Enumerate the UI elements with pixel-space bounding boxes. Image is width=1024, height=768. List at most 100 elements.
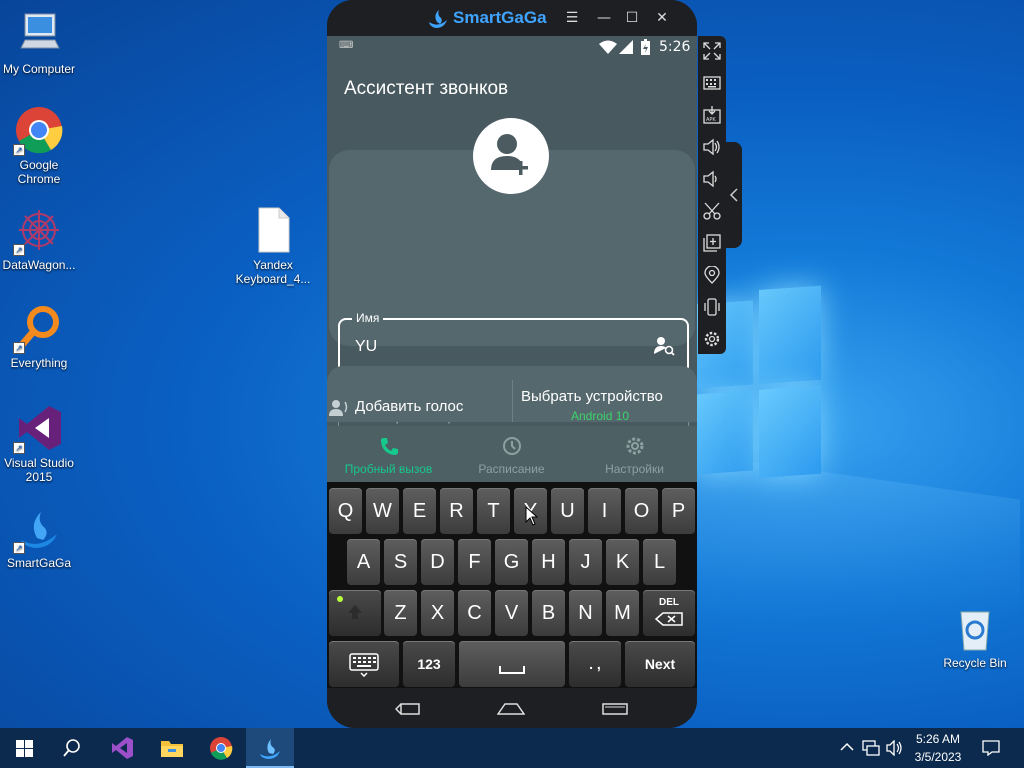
key-d[interactable]: D <box>421 539 454 585</box>
key-z[interactable]: Z <box>384 590 417 636</box>
keyboard-icon <box>349 653 379 677</box>
key-x[interactable]: X <box>421 590 454 636</box>
key-h[interactable]: H <box>532 539 565 585</box>
search-button[interactable] <box>48 728 96 768</box>
visual-studio-icon <box>112 737 133 759</box>
key-b[interactable]: B <box>532 590 565 636</box>
name-field-value: YU <box>355 338 378 355</box>
key-v[interactable]: V <box>495 590 528 636</box>
mouse-cursor-icon <box>525 506 539 526</box>
volume-up-icon[interactable] <box>703 138 721 156</box>
desktop-icon-yandex-keyboard[interactable]: Yandex Keyboard_4... <box>234 206 312 286</box>
clock-time: 5:26 AM <box>915 732 961 746</box>
key-k[interactable]: K <box>606 539 639 585</box>
bottom-navigation: Пробный вызов Расписание Настройки <box>327 426 697 482</box>
numbers-key[interactable]: 123 <box>403 641 455 687</box>
close-icon[interactable]: ✕ <box>653 9 671 27</box>
tab-test-call[interactable]: Пробный вызов <box>327 426 450 482</box>
key-l[interactable]: L <box>643 539 676 585</box>
apk-install-icon[interactable]: APK <box>703 106 721 124</box>
taskbar-file-explorer[interactable] <box>148 728 196 768</box>
divider <box>512 380 513 422</box>
key-p[interactable]: P <box>662 488 695 534</box>
desktop-icon-recycle-bin[interactable]: Recycle Bin <box>936 604 1014 670</box>
shake-icon[interactable] <box>703 298 721 316</box>
key-n[interactable]: N <box>569 590 602 636</box>
desktop-icon-label: Google Chrome <box>17 158 61 186</box>
volume-down-icon[interactable] <box>703 170 721 188</box>
desktop-icon-my-computer[interactable]: My Computer <box>1 10 77 76</box>
start-button[interactable] <box>0 728 48 768</box>
tab-schedule[interactable]: Расписание <box>450 426 573 482</box>
minimize-icon[interactable]: — <box>595 9 613 27</box>
notification-icon[interactable] <box>982 740 1000 756</box>
key-u[interactable]: U <box>551 488 584 534</box>
key-s[interactable]: S <box>384 539 417 585</box>
volume-icon[interactable] <box>886 740 904 756</box>
computer-icon <box>15 10 63 58</box>
taskbar-visual-studio[interactable] <box>98 728 146 768</box>
fullscreen-icon[interactable] <box>703 42 721 60</box>
key-q[interactable]: Q <box>329 488 362 534</box>
maximize-icon[interactable]: ☐ <box>623 9 641 27</box>
chevron-up-icon[interactable] <box>840 742 854 752</box>
key-j[interactable]: J <box>569 539 602 585</box>
key-f[interactable]: F <box>458 539 491 585</box>
desktop-icon-google-chrome[interactable]: ↗ Google Chrome <box>1 106 77 186</box>
desktop-icon-everything[interactable]: ↗ Everything <box>1 304 77 370</box>
taskbar-smartgaga[interactable] <box>246 728 294 768</box>
keyboard-status-icon: ⌨ <box>339 40 354 51</box>
clock-date: 3/5/2023 <box>914 750 962 764</box>
desktop-icon-datawagon[interactable]: ↗ DataWagon... <box>1 206 77 272</box>
key-r[interactable]: R <box>440 488 473 534</box>
tab-settings[interactable]: Настройки <box>573 426 696 482</box>
add-person-icon <box>491 134 528 175</box>
key-i[interactable]: I <box>588 488 621 534</box>
tab-label: Пробный вызов <box>344 462 433 476</box>
tab-label: Настройки <box>605 462 664 476</box>
taskbar-chrome[interactable] <box>197 728 245 768</box>
desktop-icon-smartgaga[interactable]: ↗ SmartGaGa <box>1 504 77 570</box>
add-contact-avatar[interactable] <box>473 118 549 194</box>
desktop-icon-label: Recycle Bin <box>943 656 1007 670</box>
contact-search-icon[interactable] <box>653 336 675 356</box>
space-key[interactable] <box>459 641 565 687</box>
back-icon[interactable] <box>395 702 421 716</box>
keyboard-switch-key[interactable] <box>329 641 399 687</box>
key-t[interactable]: T <box>477 488 510 534</box>
smartgaga-icon: ↗ <box>13 504 63 554</box>
emulator-title-bar[interactable]: SmartGaGa ☰ — ☐ ✕ <box>327 0 697 36</box>
key-g[interactable]: G <box>495 539 528 585</box>
key-a[interactable]: A <box>347 539 380 585</box>
clock[interactable]: 5:26 AM 3/5/2023 <box>912 732 964 764</box>
recent-apps-icon[interactable] <box>601 702 629 716</box>
delete-key[interactable]: DEL <box>643 590 695 636</box>
shift-key[interactable] <box>329 590 381 636</box>
punctuation-key[interactable]: . , <box>569 641 621 687</box>
add-voice-button[interactable]: Добавить голос <box>355 398 463 415</box>
desktop-icon-visual-studio[interactable]: ↗ Visual Studio 2015 <box>1 404 77 484</box>
screenshot-scissors-icon[interactable] <box>703 202 721 220</box>
multi-instance-icon[interactable] <box>703 234 721 252</box>
visual-studio-icon: ↗ <box>13 404 63 454</box>
android-navigation-bar <box>327 690 697 728</box>
home-icon[interactable] <box>497 702 525 716</box>
menu-icon[interactable]: ☰ <box>563 9 581 27</box>
desktop-icon-label: DataWagon... <box>2 258 76 272</box>
network-icon[interactable] <box>862 740 880 756</box>
next-key[interactable]: Next <box>625 641 695 687</box>
key-o[interactable]: O <box>625 488 658 534</box>
key-w[interactable]: W <box>366 488 399 534</box>
location-icon[interactable] <box>703 266 721 284</box>
select-device-button[interactable]: Выбрать устройство <box>521 388 663 405</box>
side-toolbar-collapse-tab[interactable] <box>726 142 742 248</box>
key-m[interactable]: M <box>606 590 639 636</box>
chevron-left-icon <box>729 188 738 202</box>
key-e[interactable]: E <box>403 488 436 534</box>
keyboard-icon[interactable] <box>703 74 721 92</box>
svg-text:APK: APK <box>706 117 716 123</box>
key-c[interactable]: C <box>458 590 491 636</box>
name-field-label: Имя <box>352 311 384 325</box>
android-screen: ⌨ 5:26 Ассистент звонков Имя YU Номер те… <box>327 36 697 482</box>
settings-icon[interactable] <box>703 330 721 348</box>
